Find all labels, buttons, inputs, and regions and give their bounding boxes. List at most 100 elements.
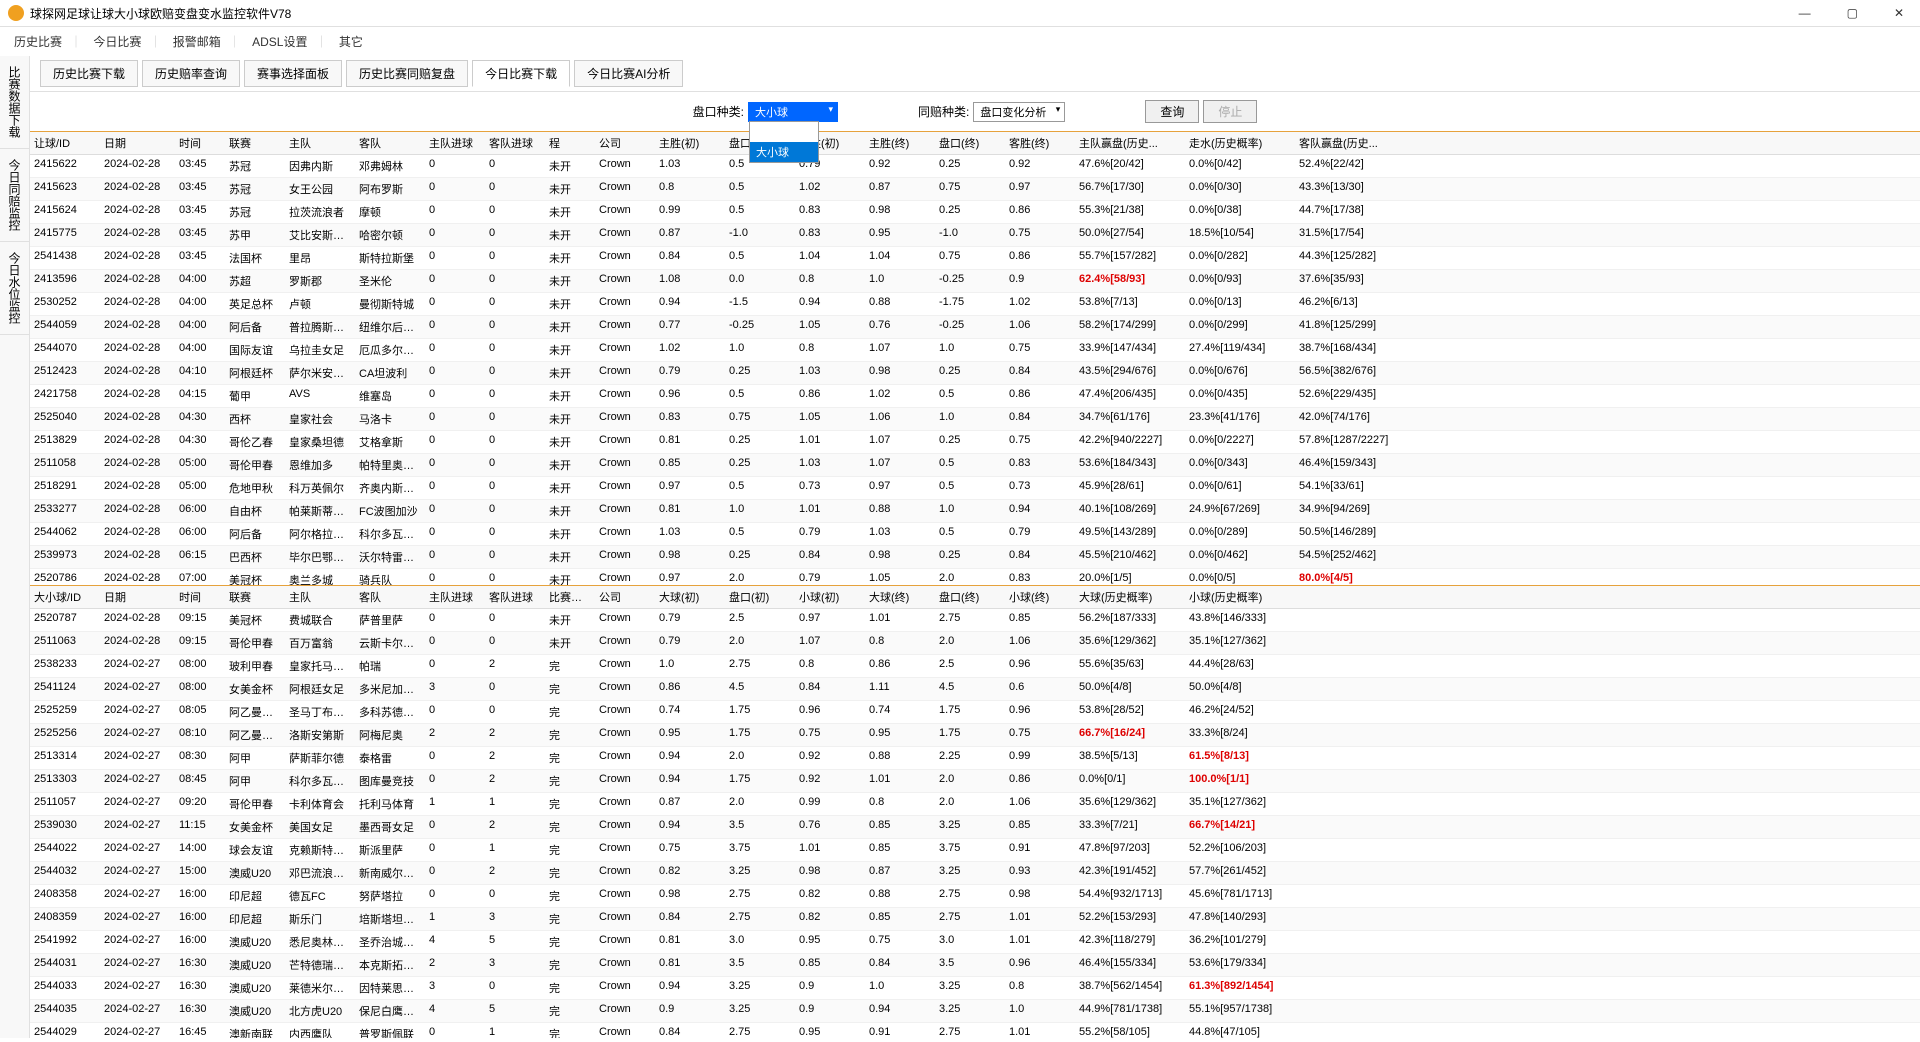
table-row[interactable]: 25302522024-02-2804:00英足总杯卢顿曼彻斯特城00未开Cro… [30, 293, 1920, 316]
column-header[interactable]: 程 [545, 132, 595, 154]
sub-tab-0[interactable]: 历史比赛下载 [40, 60, 138, 87]
table-row[interactable]: 25252592024-02-2708:05阿乙曼特春圣马丁布萨科多科苏德体育会… [30, 701, 1920, 724]
column-header[interactable]: 小球(初) [795, 586, 865, 608]
side-tab-same-odds[interactable]: 今日同赔监控 [0, 149, 29, 242]
column-header[interactable]: 大球(初) [655, 586, 725, 608]
table-row[interactable]: 25207862024-02-2807:00美冠杯奥兰多城骑兵队00未开Crow… [30, 569, 1920, 585]
column-header[interactable]: 客队进球 [485, 586, 545, 608]
column-header[interactable]: 联赛 [225, 132, 285, 154]
table-row[interactable]: 24156232024-02-2803:45苏冠女王公园阿布罗斯00未开Crow… [30, 178, 1920, 201]
sub-tab-2[interactable]: 赛事选择面板 [244, 60, 342, 87]
table-row[interactable]: 25133142024-02-2708:30阿甲萨斯菲尔德泰格雷02完Crown… [30, 747, 1920, 770]
column-header[interactable]: 公司 [595, 132, 655, 154]
search-button[interactable]: 查询 [1145, 100, 1199, 123]
table-row[interactable]: 25399732024-02-2806:15巴西杯毕尔巴鄂竞技...沃尔特雷东达… [30, 546, 1920, 569]
column-header[interactable]: 主胜(终) [865, 132, 935, 154]
column-header[interactable]: 走水(历史概率) [1185, 132, 1295, 154]
table-cell: 0.0%[0/289] [1185, 523, 1295, 545]
menu-alert[interactable]: 报警邮箱 [173, 35, 221, 49]
column-header[interactable]: 大小球/ID [30, 586, 100, 608]
column-header[interactable]: 时间 [175, 586, 225, 608]
column-header[interactable]: 盘口(终) [935, 132, 1005, 154]
table-row[interactable]: 25110572024-02-2709:20哥伦甲春卡利体育会托利马体育11完C… [30, 793, 1920, 816]
column-header[interactable]: 联赛 [225, 586, 285, 608]
table-row[interactable]: 25440622024-02-2806:00阿后备阿尔格拉诺后...科尔多瓦学院… [30, 523, 1920, 546]
column-header[interactable]: 客队赢盘(历史... [1295, 132, 1405, 154]
column-header[interactable]: 主队进球 [425, 586, 485, 608]
sub-tab-3[interactable]: 历史比赛同赔复盘 [346, 60, 468, 87]
column-header[interactable]: 主队进球 [425, 132, 485, 154]
table-row[interactable]: 25440312024-02-2716:30澳威U20芒特德瑞特镇...本克斯拓… [30, 954, 1920, 977]
sub-tab-5[interactable]: 今日比赛AI分析 [574, 60, 683, 87]
table-row[interactable]: 25419922024-02-2716:00澳威U20悉尼奥林匹克...圣乔治城… [30, 931, 1920, 954]
column-header[interactable]: 小球(历史概率) [1185, 586, 1295, 608]
table-row[interactable]: 25250402024-02-2804:30西杯皇家社会马洛卡00未开Crown… [30, 408, 1920, 431]
column-header[interactable]: 公司 [595, 586, 655, 608]
side-tab-download[interactable]: 比赛数据下载 [0, 56, 29, 149]
table-row[interactable]: 25110582024-02-2805:00哥伦甲春恩维加多帕特里奥坦斯00未开… [30, 454, 1920, 477]
table-row[interactable]: 25414382024-02-2803:45法国杯里昂斯特拉斯堡00未开Crow… [30, 247, 1920, 270]
odds-type-combo[interactable]: 盘口变化分析 [973, 102, 1065, 122]
table-row[interactable]: 24083592024-02-2716:00印尼超斯乐门培斯塔坦格朗13完Cro… [30, 908, 1920, 931]
stop-button[interactable]: 停止 [1203, 100, 1257, 123]
table-row[interactable]: 25440332024-02-2716:30澳威U20莱德米尔U20因特莱思U2… [30, 977, 1920, 1000]
side-tab-water[interactable]: 今日水位监控 [0, 242, 29, 335]
table-row[interactable]: 24156242024-02-2803:45苏冠拉茨流浪者摩顿00未开Crown… [30, 201, 1920, 224]
column-header[interactable]: 日期 [100, 586, 175, 608]
table-row[interactable]: 24083582024-02-2716:00印尼超德瓦FC努萨塔拉00完Crow… [30, 885, 1920, 908]
table-row[interactable]: 25138292024-02-2804:30哥伦乙春皇家桑坦德艾格拿斯00未开C… [30, 431, 1920, 454]
table-cell: 54.1%[33/61] [1295, 477, 1405, 499]
column-header[interactable]: 主队 [285, 586, 355, 608]
column-header[interactable]: 大球(历史概率) [1075, 586, 1185, 608]
table-row[interactable]: 25411242024-02-2708:00女美金杯阿根廷女足多米尼加共和...… [30, 678, 1920, 701]
column-header[interactable]: 日期 [100, 132, 175, 154]
column-header[interactable]: 大球(终) [865, 586, 935, 608]
sub-tab-1[interactable]: 历史赔率查询 [142, 60, 240, 87]
table-row[interactable]: 25440592024-02-2804:00阿后备普拉腾斯后备...纽维尔后备队… [30, 316, 1920, 339]
column-header[interactable]: 主队赢盘(历史... [1075, 132, 1185, 154]
column-header[interactable]: 客队 [355, 132, 425, 154]
column-header[interactable]: 盘口(终) [935, 586, 1005, 608]
table-row[interactable]: 25124232024-02-2804:10阿根廷杯萨尔米安托(中)CA坦波利0… [30, 362, 1920, 385]
minimize-button[interactable]: — [1791, 4, 1819, 22]
table-row[interactable]: 25110632024-02-2809:15哥伦甲春百万富翁云斯卡尔德斯00未开… [30, 632, 1920, 655]
table-row[interactable]: 25440292024-02-2716:45澳新南联内西鹰队普罗斯佩联01完Cr… [30, 1023, 1920, 1039]
menu-adsl[interactable]: ADSL设置 [252, 35, 307, 49]
column-header[interactable]: 客胜(终) [1005, 132, 1075, 154]
dropdown-item-daxiaoqiu[interactable]: 大小球 [750, 142, 818, 162]
handicap-type-combo[interactable]: 大小球 让球 大小球 [748, 102, 838, 122]
dropdown-item-rangqiu[interactable]: 让球 [750, 122, 818, 142]
table-row[interactable]: 25332772024-02-2806:00自由杯帕莱斯蒂诺(中)FC波图加沙0… [30, 500, 1920, 523]
table-row[interactable]: 25390302024-02-2711:15女美金杯美国女足墨西哥女足02完Cr… [30, 816, 1920, 839]
table-row[interactable]: 25382332024-02-2708:00玻利甲春皇家托马亚波帕瑞02完Cro… [30, 655, 1920, 678]
column-header[interactable]: 客队 [355, 586, 425, 608]
table-row[interactable]: 24157752024-02-2803:45苏甲艾比安斯特宁哈密尔顿00未开Cr… [30, 224, 1920, 247]
table-row[interactable]: 25182912024-02-2805:00危地甲秋科万英佩尔齐奥内斯交流...… [30, 477, 1920, 500]
table-cell: 0.0%[0/1] [1075, 770, 1185, 792]
table-cell: 47.4%[206/435] [1075, 385, 1185, 407]
menu-today[interactable]: 今日比赛 [93, 35, 141, 49]
menu-history[interactable]: 历史比赛 [14, 35, 62, 49]
table-row[interactable]: 24217582024-02-2804:15葡甲AVS维塞岛00未开Crown0… [30, 385, 1920, 408]
column-header[interactable]: 时间 [175, 132, 225, 154]
table-row[interactable]: 25133032024-02-2708:45阿甲科尔多瓦中央...图库曼竞技02… [30, 770, 1920, 793]
table-row[interactable]: 24156222024-02-2803:45苏冠因弗内斯邓弗姆林00未开Crow… [30, 155, 1920, 178]
column-header[interactable]: 盘口(初) [725, 586, 795, 608]
table-row[interactable]: 25440222024-02-2714:00球会友谊克赖斯特彻奇联斯派里萨01完… [30, 839, 1920, 862]
sub-tab-4[interactable]: 今日比赛下载 [472, 60, 570, 87]
table-row[interactable]: 25440702024-02-2804:00国际友谊乌拉圭女足厄瓜多尔女足00未… [30, 339, 1920, 362]
table-row[interactable]: 25440352024-02-2716:30澳威U20北方虎U20保尼白鹰U20… [30, 1000, 1920, 1023]
column-header[interactable]: 比赛进程 [545, 586, 595, 608]
table-row[interactable]: 25207872024-02-2809:15美冠杯费城联合萨普里萨00未开Cro… [30, 609, 1920, 632]
column-header[interactable]: 主队 [285, 132, 355, 154]
column-header[interactable]: 小球(终) [1005, 586, 1075, 608]
maximize-button[interactable]: ▢ [1839, 4, 1866, 22]
menu-other[interactable]: 其它 [339, 35, 363, 49]
close-button[interactable]: ✕ [1886, 4, 1912, 22]
column-header[interactable]: 主胜(初) [655, 132, 725, 154]
column-header[interactable]: 让球/ID [30, 132, 100, 154]
table-row[interactable]: 24135962024-02-2804:00苏超罗斯郡圣米伦00未开Crown1… [30, 270, 1920, 293]
column-header[interactable]: 客队进球 [485, 132, 545, 154]
table-row[interactable]: 25252562024-02-2708:10阿乙曼特春洛斯安第斯阿梅尼奥22完C… [30, 724, 1920, 747]
table-row[interactable]: 25440322024-02-2715:00澳威U20邓巴流浪者FC...新南威… [30, 862, 1920, 885]
